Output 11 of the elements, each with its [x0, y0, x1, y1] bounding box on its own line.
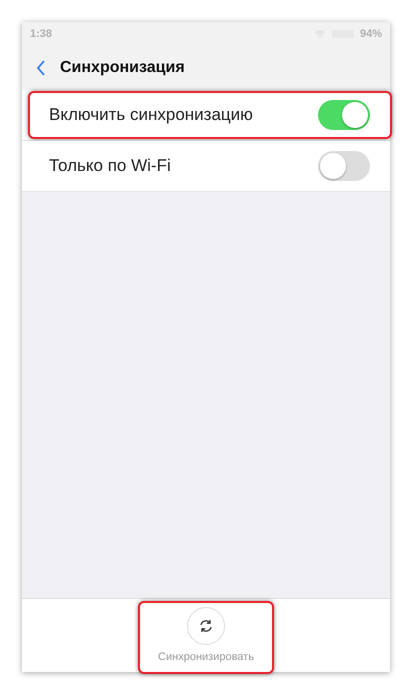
settings-row[interactable]: Только по Wi-Fi: [22, 141, 390, 192]
back-icon[interactable]: [36, 60, 46, 76]
setting-label: Только по Wi-Fi: [49, 156, 171, 176]
status-time: 1:38: [30, 28, 52, 40]
toggle-switch[interactable]: [318, 100, 370, 130]
setting-label: Включить синхронизацию: [49, 105, 253, 125]
battery-level: 94%: [360, 28, 382, 40]
settings-row[interactable]: Включить синхронизацию: [22, 90, 390, 141]
sync-icon: [199, 619, 213, 633]
toggle-switch[interactable]: [318, 151, 370, 181]
page-title: Синхронизация: [60, 59, 185, 77]
